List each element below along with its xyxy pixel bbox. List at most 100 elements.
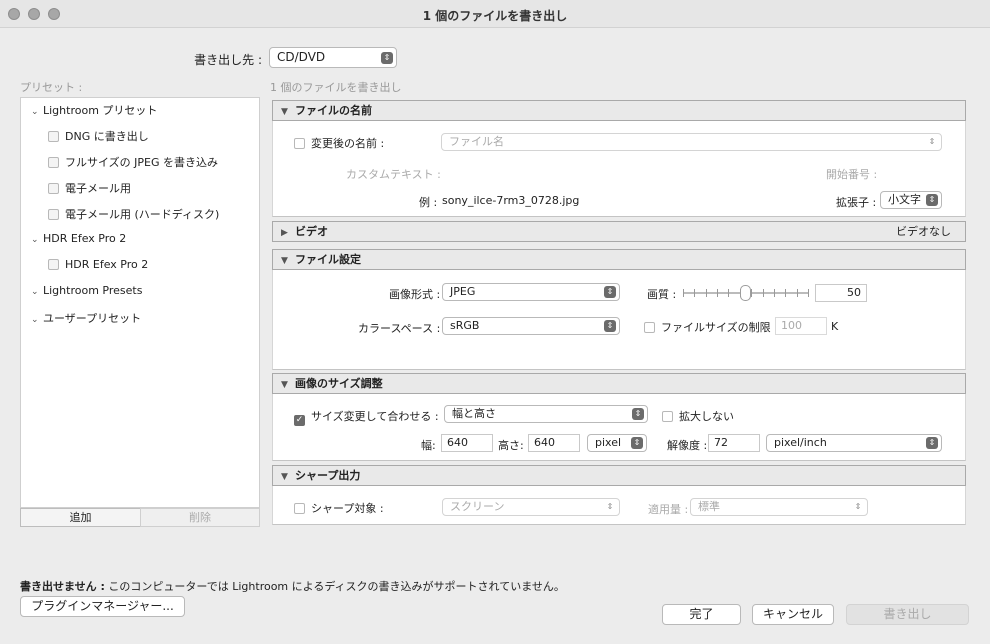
rename-checkbox[interactable]: 変更後の名前 : (294, 135, 384, 151)
amount-label: 適用量 : (648, 503, 689, 516)
checkbox-icon (644, 322, 655, 333)
limit-size-input[interactable]: 100 (775, 317, 827, 335)
checkbox-icon (48, 259, 59, 270)
warning-title: 書き出せません : (20, 580, 105, 593)
disclosure-right-icon: ▶ (281, 228, 288, 238)
section-video[interactable]: ▶ ビデオ ビデオなし (272, 221, 966, 242)
start-number-label: 開始番号 : (826, 168, 878, 181)
disc-warning: 書き出せません : このコンピューターでは Lightroom によるディスクの… (20, 578, 565, 594)
extension-label: 拡張子 : (836, 196, 877, 209)
sharpen-checkbox[interactable]: シャープ対象 : (294, 500, 384, 516)
preset-item-dng[interactable]: DNG に書き出し (48, 128, 149, 144)
resize-checkbox[interactable]: ✓ サイズ変更して合わせる : (294, 408, 439, 426)
updown-chevron-icon: ⇕ (604, 286, 616, 298)
preset-folder-lightroom[interactable]: ⌄ Lightroom プリセット (31, 102, 157, 118)
colorspace-label: カラースペース : (358, 322, 441, 335)
disclosure-down-icon: ▼ (281, 472, 288, 482)
section-sharpening[interactable]: ▼ シャープ出力 (272, 465, 966, 486)
chevron-down-icon: ⌄ (31, 235, 39, 245)
limit-size-checkbox[interactable]: ファイルサイズの制限 : (644, 319, 778, 335)
section-file-settings[interactable]: ▼ ファイル設定 (272, 249, 966, 270)
limit-unit: K (831, 320, 839, 333)
preset-item-email-hd[interactable]: 電子メール用 (ハードディスク) (48, 206, 219, 222)
destination-select[interactable]: CD/DVD ⇕ (269, 47, 397, 68)
height-label: 高さ: (498, 439, 524, 452)
checkbox-icon (294, 138, 305, 149)
cancel-button[interactable]: キャンセル (752, 604, 834, 625)
quality-label: 画質 : (647, 288, 677, 301)
example-filename: sony_ilce-7rm3_0728.jpg (442, 194, 580, 207)
section-image-sizing[interactable]: ▼ 画像のサイズ調整 (272, 373, 966, 394)
checkbox-icon (294, 503, 305, 514)
checkbox-icon (48, 131, 59, 142)
updown-chevron-icon: ⇕ (926, 194, 938, 206)
width-input[interactable]: 640 (441, 434, 493, 452)
slider-tick (774, 289, 775, 297)
preset-item-email[interactable]: 電子メール用 (48, 180, 131, 196)
sharpen-for-select[interactable]: スクリーン ⇕ (442, 498, 620, 516)
disclosure-down-icon: ▼ (281, 256, 288, 266)
dont-enlarge-checkbox[interactable]: 拡大しない (662, 408, 734, 424)
resize-mode-select[interactable]: 幅と高さ ⇕ (444, 405, 648, 423)
checkbox-icon (662, 411, 673, 422)
slider-tick (694, 289, 695, 297)
slider-tick (706, 289, 707, 297)
video-status: ビデオなし (896, 225, 951, 238)
slider-tick (808, 289, 809, 297)
window-title: 1 個のファイルを書き出し (422, 9, 568, 23)
checkbox-icon (48, 183, 59, 194)
destination-label: 書き出し先 : (194, 53, 262, 67)
resolution-unit-select[interactable]: pixel/inch ⇕ (766, 434, 942, 452)
preset-list: ⌄ Lightroom プリセット DNG に書き出し フルサイズの JPEG を… (20, 97, 260, 508)
slider-tick (797, 289, 798, 297)
slider-tick (728, 289, 729, 297)
chevron-down-icon: ⌄ (31, 107, 39, 117)
preset-folder-user[interactable]: ⌄ ユーザープリセット (31, 310, 141, 326)
disclosure-down-icon: ▼ (281, 107, 288, 117)
quality-slider-thumb[interactable] (740, 285, 751, 301)
slider-tick (785, 289, 786, 297)
checkbox-icon (48, 157, 59, 168)
slider-tick (717, 289, 718, 297)
updown-chevron-icon: ⇕ (854, 502, 862, 511)
updown-chevron-icon: ⇕ (604, 320, 616, 332)
disclosure-down-icon: ▼ (281, 380, 288, 390)
delete-preset-button[interactable]: 削除 (140, 508, 260, 527)
quality-input[interactable]: 50 (815, 284, 867, 302)
height-input[interactable]: 640 (528, 434, 580, 452)
export-dialog: 1 個のファイルを書き出し 書き出し先 : CD/DVD ⇕ プリセット : 1… (0, 0, 990, 644)
extension-select[interactable]: 小文字 ⇕ (880, 191, 942, 209)
export-button[interactable]: 書き出し (846, 604, 969, 625)
checkbox-icon (48, 209, 59, 220)
updown-chevron-icon: ⇕ (606, 502, 614, 511)
warning-text: このコンピューターでは Lightroom によるディスクの書き込みがサポートさ… (108, 580, 565, 593)
preset-item-fullsize-jpeg[interactable]: フルサイズの JPEG を書き込み (48, 154, 218, 170)
updown-chevron-icon: ⇕ (631, 437, 643, 449)
width-label: 幅: (421, 439, 436, 452)
done-button[interactable]: 完了 (662, 604, 741, 625)
slider-tick (763, 289, 764, 297)
updown-chevron-icon: ⇕ (928, 137, 936, 146)
checkmark-icon: ✓ (294, 415, 305, 426)
resolution-input[interactable]: 72 (708, 434, 760, 452)
export-count-text: 1 個のファイルを書き出し (270, 81, 402, 94)
updown-chevron-icon: ⇕ (381, 51, 393, 64)
preset-folder-lightroom-presets[interactable]: ⌄ Lightroom Presets (31, 284, 142, 297)
image-format-label: 画像形式 : (389, 288, 441, 301)
updown-chevron-icon: ⇕ (632, 408, 644, 420)
plugin-manager-button[interactable]: プラグインマネージャー... (20, 596, 185, 617)
colorspace-select[interactable]: sRGB ⇕ (442, 317, 620, 335)
amount-select[interactable]: 標準 ⇕ (690, 498, 868, 516)
add-preset-button[interactable]: 追加 (20, 508, 141, 527)
preset-item-hdr-efex[interactable]: HDR Efex Pro 2 (48, 258, 148, 271)
preset-folder-hdr-efex[interactable]: ⌄ HDR Efex Pro 2 (31, 232, 126, 245)
rename-template-select[interactable]: ファイル名 ⇕ (441, 133, 942, 151)
section-file-naming[interactable]: ▼ ファイルの名前 (272, 100, 966, 121)
preset-header: プリセット : (20, 81, 83, 94)
slider-tick (751, 289, 752, 297)
example-label: 例 : (419, 196, 438, 209)
size-unit-select[interactable]: pixel ⇕ (587, 434, 647, 452)
title-bar: 1 個のファイルを書き出し (0, 0, 990, 28)
image-format-select[interactable]: JPEG ⇕ (442, 283, 620, 301)
custom-text-label: カスタムテキスト : (346, 168, 441, 181)
